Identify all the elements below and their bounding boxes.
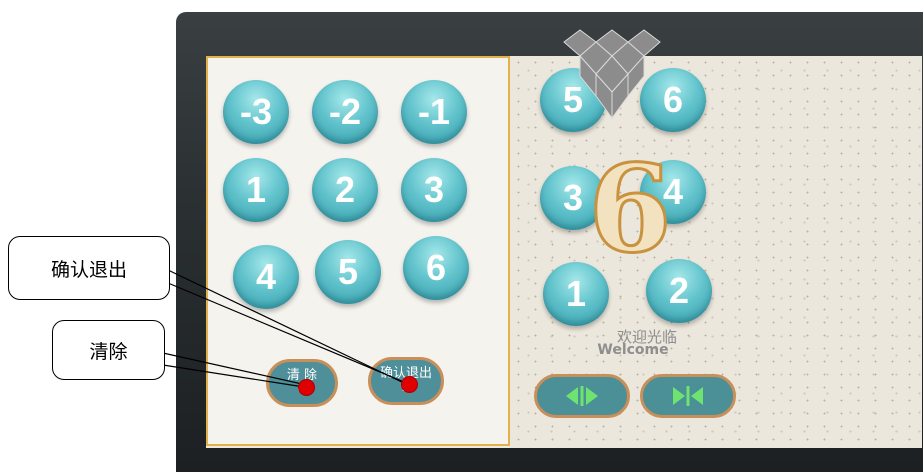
callout-clear: 清除 <box>52 320 165 380</box>
clear-marker-dot <box>298 379 315 396</box>
confirm-exit-marker-dot <box>401 376 418 393</box>
callout-confirm-exit: 确认退出 <box>8 236 170 300</box>
